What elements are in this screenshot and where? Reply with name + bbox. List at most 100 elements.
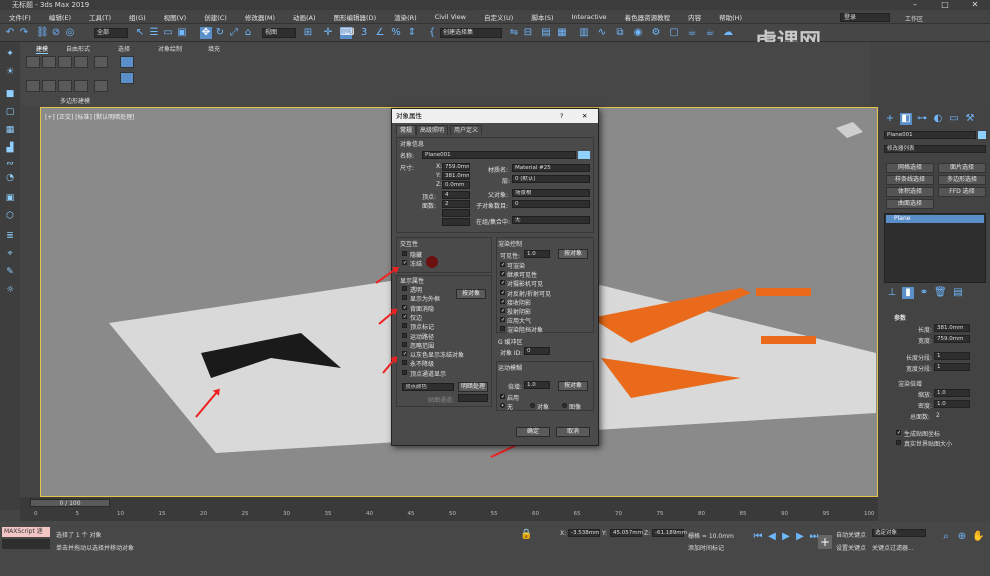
display-option-checkbox[interactable] — [402, 369, 407, 375]
visibility-field[interactable]: 1.0 — [524, 250, 550, 258]
polygon-icon[interactable]: ⬡ — [4, 210, 16, 222]
material-editor-icon[interactable]: ◉ — [632, 27, 644, 39]
ribbon-tab-modeling[interactable]: 建模 — [36, 44, 49, 54]
modifier-list-dropdown[interactable]: 修改器列表 — [884, 145, 986, 153]
display-panel-icon[interactable]: ▭ — [948, 113, 960, 125]
user-login[interactable]: 登录 — [840, 13, 890, 22]
length-field[interactable]: 381.0mm — [934, 324, 970, 332]
map-channel-field[interactable] — [458, 394, 488, 402]
unlink-icon[interactable]: ⊘ — [50, 27, 62, 39]
paint-icon[interactable]: ✎ — [4, 266, 16, 278]
vol-select-button[interactable]: 体积选择 — [886, 187, 934, 197]
display-option-checkbox[interactable] — [402, 286, 407, 291]
menu-shader-tutorials[interactable]: 着色器资源教程 — [616, 12, 680, 22]
select-object-icon[interactable]: ↖ — [134, 27, 146, 39]
menu-views[interactable]: 视图(V) — [155, 12, 196, 22]
tab-user-defined[interactable]: 用户定义 — [450, 125, 483, 135]
select-scale-icon[interactable]: ⤢ — [228, 27, 240, 39]
create-panel-icon[interactable]: + — [884, 113, 896, 125]
snap-toggle-icon[interactable]: 3 — [358, 27, 370, 39]
set-key-icon[interactable]: + — [818, 535, 832, 549]
workspace-label[interactable]: 工作区 — [905, 14, 923, 23]
menu-civil-view[interactable]: Civil View — [426, 13, 475, 21]
length-segs-field[interactable]: 1 — [934, 352, 970, 360]
mb-image-radio[interactable] — [562, 403, 567, 408]
named-selection-set[interactable]: 创建选择集 — [440, 28, 502, 38]
width-field[interactable]: 759.0mm — [934, 335, 970, 343]
redo-icon[interactable]: ↷ — [18, 27, 30, 39]
ribbon-btn-10[interactable] — [94, 80, 108, 92]
mb-none-radio[interactable]: • — [500, 403, 505, 409]
display-option-checkbox[interactable] — [402, 323, 407, 329]
hide-checkbox[interactable] — [402, 251, 407, 256]
select-manipulate-icon[interactable]: ✛ — [322, 27, 334, 39]
modify-panel-icon[interactable]: ◧ — [900, 113, 912, 125]
mb-enabled-checkbox[interactable]: ✓ — [500, 394, 505, 400]
help-button[interactable]: ? — [560, 109, 563, 123]
ribbon-btn-6[interactable] — [26, 80, 40, 92]
cancel-button[interactable]: 取消 — [556, 427, 590, 437]
ribbon-tab-freeform[interactable]: 自由形式 — [66, 44, 90, 53]
y-coord[interactable]: 45.057mm — [610, 529, 643, 537]
edit-named-sel-icon[interactable]: { — [426, 27, 438, 39]
bucket-icon[interactable]: ▟ — [4, 142, 16, 154]
stack-icon[interactable]: ≣ — [4, 230, 16, 242]
dialog-close-button[interactable]: ✕ — [582, 109, 587, 123]
poly-select-button[interactable]: 多边形选择 — [938, 175, 986, 185]
window-crossing-icon[interactable]: ▣ — [176, 27, 188, 39]
time-ruler[interactable]: 0 5 10 15 20 25 30 35 40 45 50 55 60 65 70 75 80 85 90 95 10… — [20, 511, 878, 521]
menu-tools[interactable]: 工具(T) — [80, 12, 120, 22]
motion-panel-icon[interactable]: ◐ — [932, 113, 944, 125]
go-start-icon[interactable]: ⏮ — [752, 531, 764, 543]
menu-scripting[interactable]: 脚本(S) — [522, 12, 562, 22]
render-option-checkbox[interactable]: ✓ — [500, 271, 505, 277]
zoom-all-icon[interactable]: ⊕ — [956, 531, 968, 543]
ribbon-btn-7[interactable] — [42, 80, 56, 92]
make-unique-icon[interactable]: ⚭ — [918, 287, 930, 299]
ribbon-tab-selection[interactable]: 选择 — [118, 44, 130, 53]
gen-map-checkbox[interactable]: ✓ — [896, 430, 901, 436]
percent-snap-icon[interactable]: % — [390, 27, 402, 39]
tab-adv-lighting[interactable]: 高级照明 — [416, 125, 449, 135]
render-option-checkbox[interactable] — [500, 326, 505, 332]
close-window-button[interactable]: ✕ — [960, 0, 990, 10]
display-option-checkbox[interactable]: ✓ — [402, 351, 407, 357]
params-header[interactable]: 参数 — [894, 313, 906, 322]
key-selected-dropdown[interactable]: 选定对象 — [872, 529, 926, 537]
orbit-icon[interactable]: ◔ — [4, 172, 16, 184]
select-rotate-icon[interactable]: ↻ — [214, 27, 226, 39]
utilities-panel-icon[interactable]: ⚒ — [964, 113, 976, 125]
remove-modifier-icon[interactable]: 🗑 — [934, 287, 947, 299]
scale-field[interactable]: 1.0 — [934, 389, 970, 397]
undo-icon[interactable]: ↶ — [4, 27, 16, 39]
hierarchy-panel-icon[interactable]: ⊶ — [916, 113, 928, 125]
prev-frame-icon[interactable]: ◀ — [766, 531, 778, 543]
create-tool-icon[interactable]: ✦ — [4, 48, 16, 60]
pin-stack-icon[interactable]: ⊥ — [886, 287, 898, 299]
minimize-button[interactable]: – — [900, 0, 930, 10]
spline-select-button[interactable]: 样条线选择 — [886, 175, 934, 185]
width-segs-field[interactable]: 1 — [934, 363, 970, 371]
grid-icon[interactable]: ▦ — [4, 124, 16, 136]
stack-item-plane[interactable]: Plane — [886, 215, 984, 223]
render-option-checkbox[interactable]: ✓ — [500, 298, 505, 304]
lock-icon[interactable]: 🔒 — [520, 529, 532, 541]
maximize-button[interactable]: □ — [930, 0, 960, 10]
maxscript-listener[interactable]: MAXScript 迷 — [2, 527, 50, 537]
object-color-box[interactable] — [978, 131, 986, 139]
multiplier-field[interactable]: 1.0 — [524, 381, 550, 389]
display-by-object-button[interactable]: 按对象 — [456, 289, 486, 299]
curve-editor-icon[interactable]: ∿ — [596, 27, 608, 39]
selection-filter-dropdown[interactable]: 全部 — [94, 28, 128, 38]
surface-select-button[interactable]: 曲面选择 — [886, 199, 934, 209]
auto-key-button[interactable]: 自动关键点 — [836, 530, 866, 539]
curve-icon[interactable]: ∾ — [4, 158, 16, 170]
ribbon-btn-8[interactable] — [58, 80, 72, 92]
pivot-center-icon[interactable]: ⊞ — [302, 27, 314, 39]
shaded-button[interactable]: 明暗处理 — [458, 382, 488, 392]
configure-sets-icon[interactable]: ▤ — [952, 287, 964, 299]
rendered-frame-icon[interactable]: ▢ — [668, 27, 680, 39]
add-time-tag[interactable]: 添加时间标记 — [688, 543, 724, 552]
time-slider[interactable]: 0 / 100 — [30, 499, 110, 507]
spinner-snap-icon[interactable]: ⇕ — [406, 27, 418, 39]
